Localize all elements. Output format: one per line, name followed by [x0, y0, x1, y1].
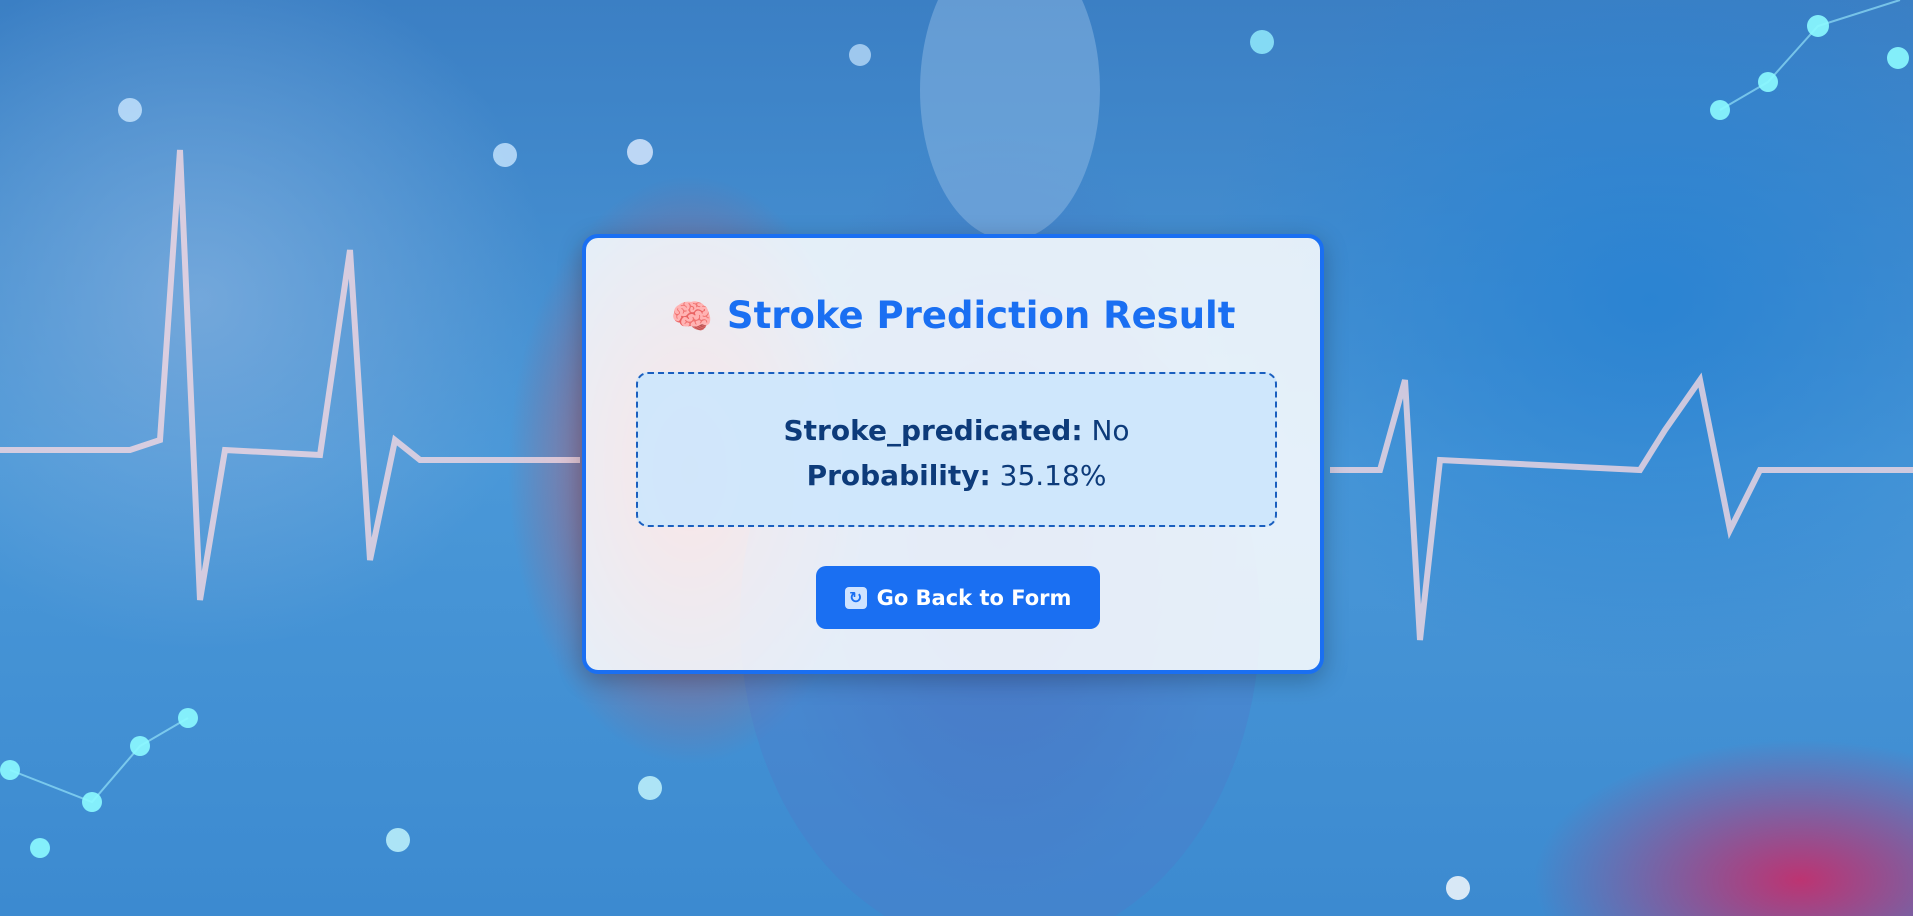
- title-text: Stroke Prediction Result: [726, 294, 1236, 337]
- network-line-top-right: [1719, 0, 1901, 111]
- repeat-icon: ↻: [844, 586, 867, 609]
- go-back-button[interactable]: ↻ Go Back to Form: [816, 566, 1100, 629]
- stroke-value: No: [1091, 414, 1130, 447]
- probability-result-line: Probability: 35.18%: [638, 453, 1275, 498]
- brain-icon: 🧠: [670, 297, 713, 337]
- stroke-result-line: Stroke_predicated: No: [638, 408, 1275, 453]
- page-title: 🧠 Stroke Prediction Result: [586, 294, 1320, 337]
- result-box: Stroke_predicated: No Probability: 35.18…: [636, 372, 1277, 527]
- probability-value: 35.18%: [999, 459, 1107, 492]
- go-back-label: Go Back to Form: [876, 585, 1072, 610]
- network-line-bottom-left: [9, 717, 189, 804]
- ecg-line-right: [1330, 372, 1913, 641]
- aorta-shape: [920, 0, 1100, 240]
- probability-label: Probability:: [806, 459, 991, 492]
- result-card: 🧠 Stroke Prediction Result Stroke_predica…: [582, 234, 1324, 674]
- ecg-line-left: [0, 149, 580, 601]
- stroke-label: Stroke_predicated:: [783, 414, 1083, 447]
